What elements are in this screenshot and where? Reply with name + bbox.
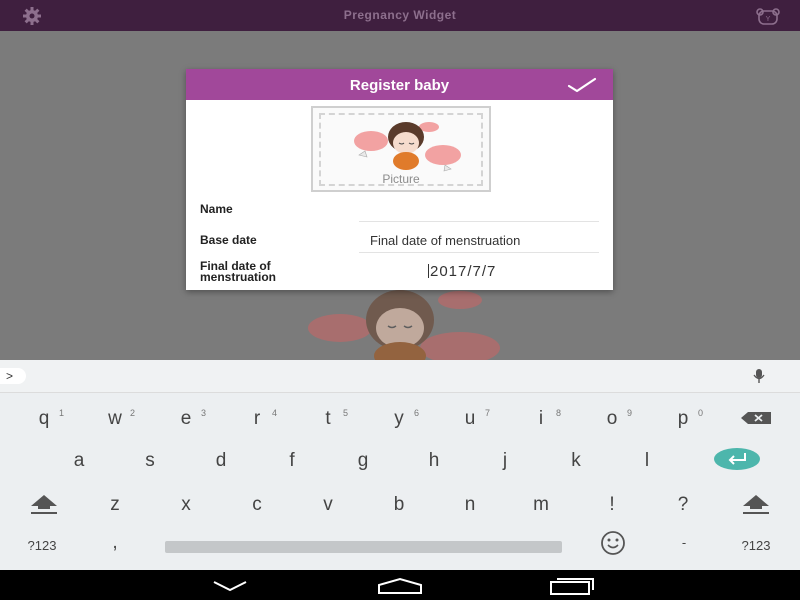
picture-frame: Picture xyxy=(319,113,483,186)
smiley-icon xyxy=(601,531,625,555)
key-r[interactable]: r4 xyxy=(227,401,287,437)
microphone-icon[interactable] xyxy=(752,368,766,384)
key-x[interactable]: x xyxy=(156,487,216,523)
recents-icon[interactable] xyxy=(549,576,595,596)
back-icon[interactable] xyxy=(210,579,250,593)
key-k[interactable]: k xyxy=(546,443,606,479)
symbols-key-right[interactable]: ?123 xyxy=(726,528,786,564)
key-b[interactable]: b xyxy=(369,487,429,523)
dialog-title: Register baby xyxy=(349,77,450,94)
key-s[interactable]: s xyxy=(120,443,180,479)
check-icon[interactable] xyxy=(567,76,597,94)
key-a[interactable]: a xyxy=(49,443,109,479)
baby-character-image xyxy=(354,122,461,172)
key-o[interactable]: o9 xyxy=(582,401,642,437)
background-character-illustration xyxy=(308,290,500,360)
shift-key-right[interactable] xyxy=(726,487,786,523)
backspace-key[interactable] xyxy=(726,401,786,437)
soft-keyboard: q1 w2 e3 r4 t5 y6 u7 i8 o9 p0 a s d f g … xyxy=(0,393,800,570)
app-bar: Pregnancy Widget Y xyxy=(0,0,800,31)
shift-icon xyxy=(743,495,769,514)
final-date-input[interactable]: 2017/7/7 xyxy=(428,263,496,280)
key-u[interactable]: u7 xyxy=(440,401,500,437)
enter-icon xyxy=(714,448,760,470)
suggestion-expand-button[interactable]: > xyxy=(0,368,26,384)
backspace-icon xyxy=(741,412,771,424)
key-y[interactable]: y6 xyxy=(369,401,429,437)
keyboard-suggestion-strip: > xyxy=(0,360,800,393)
system-navigation-bar xyxy=(0,570,800,600)
key-v[interactable]: v xyxy=(298,487,358,523)
key-l[interactable]: l xyxy=(617,443,677,479)
picture-picker[interactable]: Picture xyxy=(311,106,491,192)
key-f[interactable]: f xyxy=(262,443,322,479)
picture-label: Picture xyxy=(382,172,420,186)
space-bar[interactable] xyxy=(165,541,562,553)
home-icon[interactable] xyxy=(376,577,424,595)
app-title: Pregnancy Widget xyxy=(343,8,457,22)
key-exclamation[interactable]: ! xyxy=(582,487,642,523)
dialog-header: Register baby xyxy=(186,69,613,100)
final-date-label: Final date of menstruation xyxy=(200,260,277,284)
key-n[interactable]: n xyxy=(440,487,500,523)
register-baby-dialog: Register baby Picture Name Base date Fin… xyxy=(186,69,613,290)
text-caret xyxy=(428,264,429,278)
key-w[interactable]: w2 xyxy=(85,401,145,437)
emoji-key[interactable] xyxy=(583,528,643,564)
key-d[interactable]: d xyxy=(191,443,251,479)
name-label: Name xyxy=(200,202,233,216)
key-i[interactable]: i8 xyxy=(511,401,571,437)
name-input-underline xyxy=(359,221,599,222)
key-z[interactable]: z xyxy=(85,487,145,523)
bear-icon[interactable]: Y xyxy=(754,6,782,26)
key-q[interactable]: q1 xyxy=(14,401,74,437)
base-date-label: Base date xyxy=(200,233,257,247)
key-p[interactable]: p0 xyxy=(653,401,713,437)
key-m[interactable]: m xyxy=(511,487,571,523)
symbols-key-left[interactable]: ?123 xyxy=(12,528,72,564)
shift-icon xyxy=(31,495,57,514)
svg-text:Y: Y xyxy=(766,16,771,23)
shift-key-left[interactable] xyxy=(14,487,74,523)
final-date-label-line-2: menstruation xyxy=(200,270,277,284)
final-date-value: 2017/7/7 xyxy=(430,263,497,280)
key-dash[interactable]: - xyxy=(654,525,714,561)
key-question[interactable]: ? xyxy=(653,487,713,523)
base-date-select[interactable]: Final date of menstruation xyxy=(370,233,520,248)
key-h[interactable]: h xyxy=(404,443,464,479)
key-t[interactable]: t5 xyxy=(298,401,358,437)
base-date-underline xyxy=(359,252,599,253)
key-c[interactable]: c xyxy=(227,487,287,523)
key-j[interactable]: j xyxy=(475,443,535,479)
enter-key[interactable] xyxy=(707,447,767,475)
key-comma[interactable]: , xyxy=(85,525,145,561)
key-e[interactable]: e3 xyxy=(156,401,216,437)
key-g[interactable]: g xyxy=(333,443,393,479)
